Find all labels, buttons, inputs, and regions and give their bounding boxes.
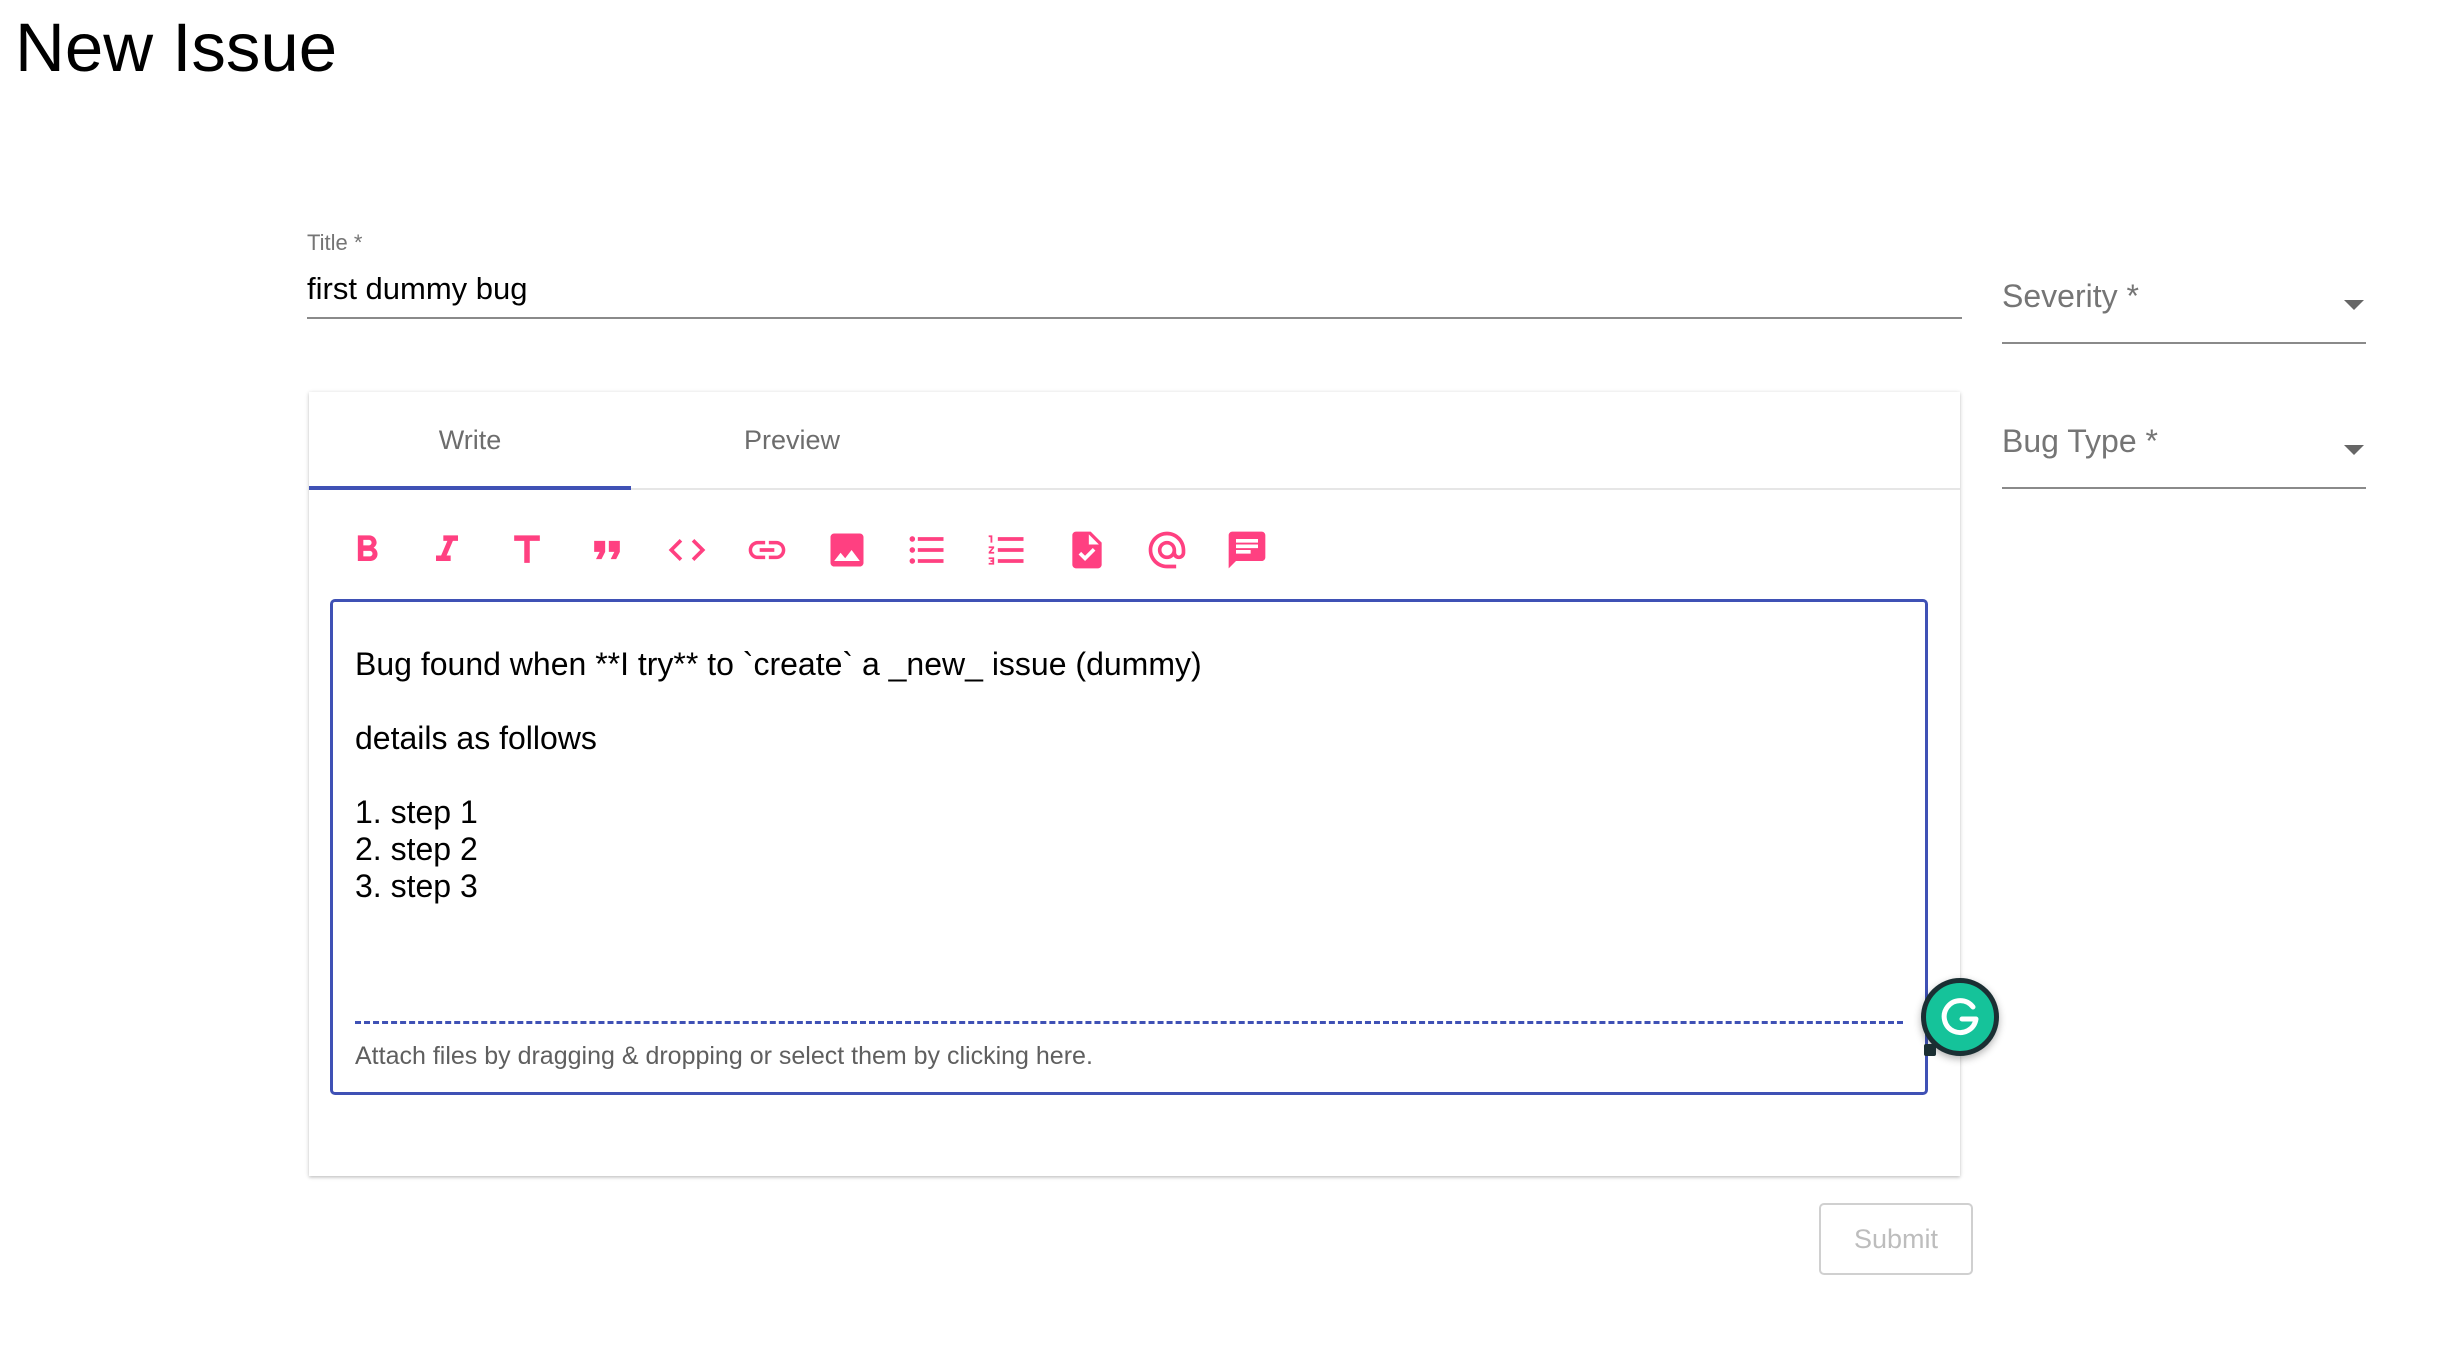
editor-card: Write Preview Bug found when **I try** t…: [309, 392, 1960, 1176]
quote-icon: [594, 540, 620, 560]
saved-reply-button[interactable]: [1225, 525, 1305, 575]
severity-select[interactable]: Severity *: [2002, 278, 2366, 344]
editor-textarea[interactable]: Bug found when **I try** to `create` a _…: [355, 646, 1875, 905]
submit-button[interactable]: Submit: [1819, 1203, 1973, 1275]
page-title: New Issue: [15, 9, 338, 86]
image-button[interactable]: [825, 525, 905, 575]
bug-type-underline: [2002, 487, 2366, 489]
mention-icon: [1148, 531, 1186, 569]
tab-preview[interactable]: Preview: [631, 392, 953, 488]
bug-type-select[interactable]: Bug Type *: [2002, 423, 2366, 489]
grammarly-icon: [1941, 998, 1979, 1036]
unordered-list-button[interactable]: [905, 525, 985, 575]
grammarly-handle-icon: [1924, 1044, 1936, 1056]
severity-underline: [2002, 342, 2366, 344]
code-button[interactable]: [665, 525, 745, 575]
quote-button[interactable]: [585, 525, 665, 575]
link-button[interactable]: [745, 525, 825, 575]
header-button[interactable]: [505, 525, 585, 575]
bold-button[interactable]: [345, 525, 425, 575]
link-icon: [748, 540, 786, 560]
image-icon: [830, 533, 864, 567]
attach-files-hint[interactable]: Attach files by dragging & dropping or s…: [355, 1042, 1093, 1071]
title-label: Title *: [307, 230, 363, 255]
title-underline: [307, 317, 1962, 320]
code-icon: [668, 539, 706, 561]
mention-button[interactable]: [1145, 525, 1225, 575]
unordered-list-icon: [909, 536, 944, 564]
severity-label: Severity *: [2002, 278, 2139, 314]
italic-button[interactable]: [425, 525, 505, 575]
header-icon: [514, 535, 540, 563]
checked-list-icon: [1072, 531, 1102, 569]
bug-type-label: Bug Type *: [2002, 423, 2158, 459]
saved-reply-icon: [1228, 531, 1266, 569]
markdown-toolbar: [345, 525, 1305, 575]
checked-list-button[interactable]: [1065, 525, 1145, 575]
ordered-list-button[interactable]: [985, 525, 1065, 575]
markdown-editor[interactable]: Bug found when **I try** to `create` a _…: [330, 599, 1928, 1095]
title-input[interactable]: first dummy bug: [307, 270, 1962, 307]
chevron-down-icon: [2344, 445, 2364, 455]
attach-divider: [355, 1021, 1903, 1024]
bold-icon: [357, 535, 378, 561]
italic-icon: [436, 535, 458, 561]
chevron-down-icon: [2344, 300, 2364, 310]
editor-tabs: Write Preview: [309, 392, 1960, 490]
title-field[interactable]: Title * first dummy bug: [307, 230, 1962, 320]
ordered-list-icon: [988, 535, 1024, 565]
tab-write[interactable]: Write: [309, 392, 631, 490]
